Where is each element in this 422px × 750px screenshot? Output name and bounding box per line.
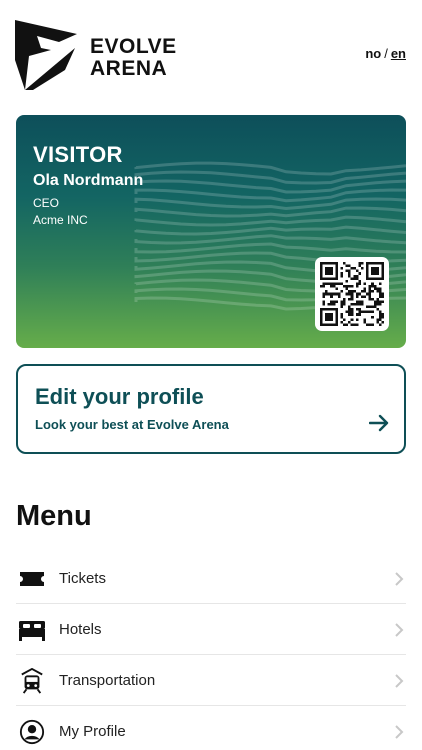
badge-role: VISITOR bbox=[33, 142, 123, 167]
language-switcher: no / en bbox=[365, 46, 406, 61]
wave-line bbox=[134, 242, 406, 254]
bed-icon bbox=[19, 621, 45, 641]
chevron-right-icon bbox=[395, 725, 404, 739]
edit-profile-subtext: Look your best at Evolve Arena bbox=[35, 417, 229, 432]
menu-list: Tickets Hotels Transportation My Profile bbox=[16, 553, 406, 750]
train-icon bbox=[21, 668, 43, 694]
edit-profile-card[interactable]: Edit your profile Look your best at Evol… bbox=[16, 364, 406, 454]
brand-line-2: ARENA bbox=[90, 57, 168, 80]
menu-item-transportation[interactable]: Transportation bbox=[16, 655, 406, 706]
evolve-logo-icon[interactable] bbox=[15, 20, 77, 90]
edit-profile-heading: Edit your profile bbox=[35, 384, 204, 409]
menu-item-tickets[interactable]: Tickets bbox=[16, 553, 406, 604]
brand-line-1: EVOLVE bbox=[90, 35, 177, 58]
lang-en-link[interactable]: en bbox=[391, 46, 406, 61]
wave-line bbox=[134, 215, 406, 227]
wave-line bbox=[134, 234, 406, 245]
menu-item-my-profile[interactable]: My Profile bbox=[16, 706, 406, 750]
qr-code-icon[interactable] bbox=[315, 257, 389, 331]
ticket-icon bbox=[20, 572, 44, 586]
wave-line bbox=[134, 206, 406, 218]
menu-item-label: My Profile bbox=[59, 723, 126, 740]
user-icon bbox=[19, 719, 45, 745]
badge-company: Acme INC bbox=[33, 213, 88, 227]
menu-item-label: Tickets bbox=[59, 570, 106, 587]
menu-title: Menu bbox=[16, 500, 92, 532]
menu-item-label: Hotels bbox=[59, 621, 102, 638]
menu-item-hotels[interactable]: Hotels bbox=[16, 604, 406, 655]
lang-separator: / bbox=[384, 46, 388, 61]
badge-name: Ola Nordmann bbox=[33, 172, 144, 189]
lang-no-link[interactable]: no bbox=[365, 46, 381, 61]
menu-item-label: Transportation bbox=[59, 672, 156, 689]
chevron-right-icon bbox=[395, 623, 404, 637]
brand-wordmark: EVOLVE ARENA bbox=[90, 36, 177, 80]
wave-line bbox=[134, 225, 406, 236]
app-header: EVOLVE ARENA no / en bbox=[0, 0, 422, 100]
visitor-badge-card: VISITOR Ola Nordmann CEO Acme INC bbox=[16, 115, 406, 348]
badge-job-title: CEO bbox=[33, 196, 60, 210]
chevron-right-icon bbox=[395, 572, 404, 586]
arrow-right-icon[interactable] bbox=[369, 414, 389, 432]
chevron-right-icon bbox=[395, 674, 404, 688]
